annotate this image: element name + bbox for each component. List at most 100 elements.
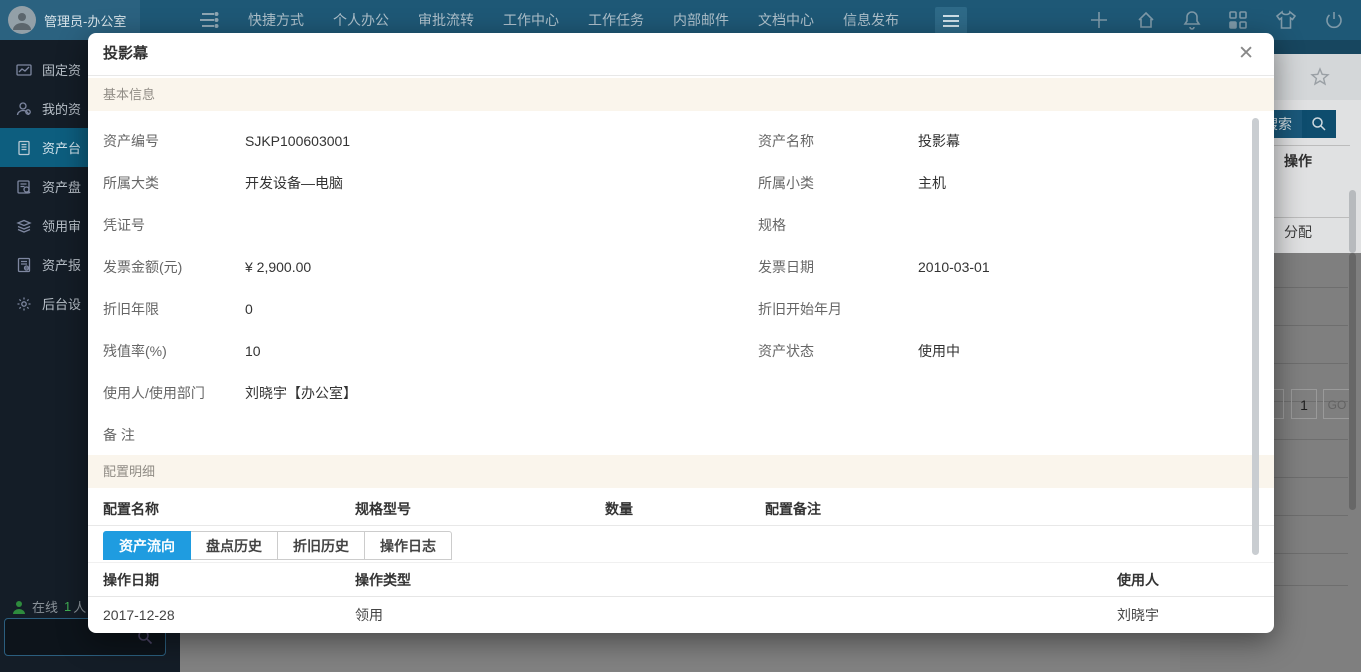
tab-inventory-history[interactable]: 盘点历史 <box>191 531 278 560</box>
column-header: 规格型号 <box>355 493 411 526</box>
cell-operation-type: 领用 <box>355 598 383 633</box>
field-value: 投影幕 <box>918 120 960 162</box>
field-value: 刘晓宇【办公室】 <box>245 372 357 414</box>
field-label: 备 注 <box>103 414 243 456</box>
layers-icon <box>16 218 32 234</box>
field-label: 凭证号 <box>103 204 243 246</box>
modal-scrollbar-thumb[interactable] <box>1252 118 1259 555</box>
section-config-detail: 配置明细 <box>88 455 1274 488</box>
bell-icon[interactable] <box>1183 10 1201 30</box>
field-label: 折旧年限 <box>103 288 243 330</box>
field-label: 资产状态 <box>758 330 916 372</box>
menu-list-icon[interactable] <box>196 10 220 35</box>
favorite-star-icon[interactable] <box>1310 67 1330 87</box>
user-icon <box>16 101 32 117</box>
detail-tabs: 资产流向 盘点历史 折旧历史 操作日志 <box>103 531 452 560</box>
field-label: 规格 <box>758 204 916 246</box>
avatar <box>8 6 36 34</box>
apps-grid-icon[interactable] <box>1228 10 1248 30</box>
column-header: 数量 <box>605 493 633 526</box>
menu-shortcuts[interactable]: 快捷方式 <box>248 10 304 30</box>
background-ops-column-header: 操作 <box>1284 145 1312 177</box>
config-table-header: 配置名称 规格型号 数量 配置备注 <box>88 493 1274 526</box>
sidebar-item-label: 我的资 <box>42 99 81 118</box>
tab-asset-flow[interactable]: 资产流向 <box>103 531 191 560</box>
field-row: 凭证号 规格 <box>88 204 1274 246</box>
current-user-label: 管理员-办公室 <box>44 11 126 30</box>
hamburger-icon <box>942 14 960 28</box>
tab-operation-log[interactable]: 操作日志 <box>365 531 452 560</box>
field-value: 10 <box>245 330 261 372</box>
column-header: 配置名称 <box>103 493 159 526</box>
field-label: 资产编号 <box>103 120 243 162</box>
field-label: 残值率(%) <box>103 330 243 372</box>
section-basic-info: 基本信息 <box>88 78 1274 111</box>
column-header: 操作类型 <box>355 563 411 598</box>
online-status: 在线 1 人 <box>12 597 86 616</box>
field-row: 资产编号 SJKP100603001 资产名称 投影幕 <box>88 120 1274 162</box>
background-scrollbar-thumb[interactable] <box>1349 253 1356 510</box>
asset-detail-modal: 投影幕 ✕ 基本信息 资产编号 SJKP100603001 资产名称 投影幕 所… <box>88 33 1274 633</box>
sidebar-item-label: 领用审 <box>42 216 81 235</box>
cell-user: 刘晓宇 <box>1117 598 1159 633</box>
sidebar-item-label: 固定资 <box>42 60 81 79</box>
menu-approval-flow[interactable]: 审批流转 <box>418 10 474 30</box>
menu-document-center[interactable]: 文档中心 <box>758 10 814 30</box>
field-label: 发票金额(元) <box>103 246 243 288</box>
table-row: 2017-12-28 领用 刘晓宇 <box>88 598 1274 633</box>
menu-info-publish[interactable]: 信息发布 <box>843 10 899 30</box>
field-value: 使用中 <box>918 330 960 372</box>
field-label: 资产名称 <box>758 120 916 162</box>
menu-personal-office[interactable]: 个人办公 <box>333 10 389 30</box>
field-value: ¥ 2,900.00 <box>245 246 311 288</box>
online-person-icon <box>12 600 26 614</box>
sidebar-item-label: 资产盘 <box>42 177 81 196</box>
field-row: 备 注 <box>88 414 1274 456</box>
doc-search-icon <box>16 179 32 195</box>
report-icon <box>16 257 32 273</box>
field-value: 0 <box>245 288 253 330</box>
field-row: 所属大类 开发设备—电脑 所属小类 主机 <box>88 162 1274 204</box>
tab-depreciation-history[interactable]: 折旧历史 <box>278 531 365 560</box>
power-icon[interactable] <box>1324 10 1344 30</box>
background-scrollbar-thumb[interactable] <box>1349 190 1356 253</box>
add-icon[interactable] <box>1089 10 1109 30</box>
modal-title: 投影幕 <box>103 33 148 75</box>
online-count: 1 <box>64 599 71 614</box>
menu-work-tasks[interactable]: 工作任务 <box>588 10 644 30</box>
field-label: 使用人/使用部门 <box>103 372 243 414</box>
field-label: 折旧开始年月 <box>758 288 916 330</box>
gear-icon <box>16 296 32 312</box>
online-label: 在线 <box>32 597 58 616</box>
menu-work-center[interactable]: 工作中心 <box>503 10 559 30</box>
flow-table-header: 操作日期 操作类型 使用人 <box>88 562 1274 597</box>
sidebar-item-label: 资产报 <box>42 255 81 274</box>
sidebar-item-label: 后台设 <box>42 294 81 313</box>
page-number-input[interactable]: 1 <box>1291 389 1317 419</box>
field-value: SJKP100603001 <box>245 120 350 162</box>
column-header: 使用人 <box>1117 563 1159 598</box>
field-row: 发票金额(元) ¥ 2,900.00 发票日期 2010-03-01 <box>88 246 1274 288</box>
close-icon[interactable]: ✕ <box>1238 43 1254 65</box>
pagination-go-button[interactable]: GO <box>1323 389 1351 419</box>
column-header: 配置备注 <box>765 493 821 526</box>
menu-internal-mail[interactable]: 内部邮件 <box>673 10 729 30</box>
sidebar-item-label: 资产台 <box>42 138 81 157</box>
field-value: 2010-03-01 <box>918 246 990 288</box>
more-menu-button[interactable] <box>935 7 967 34</box>
field-row: 残值率(%) 10 资产状态 使用中 <box>88 330 1274 372</box>
online-suffix: 人 <box>73 597 86 616</box>
field-label: 所属大类 <box>103 162 243 204</box>
background-assign-link[interactable]: 分配 <box>1284 214 1312 250</box>
ledger-icon <box>16 140 32 156</box>
field-value: 开发设备—电脑 <box>245 162 343 204</box>
theme-shirt-icon[interactable] <box>1275 10 1297 30</box>
field-label: 发票日期 <box>758 246 916 288</box>
modal-header-divider <box>88 75 1274 76</box>
column-header: 操作日期 <box>103 563 159 598</box>
home-icon[interactable] <box>1136 10 1156 30</box>
cell-operation-date: 2017-12-28 <box>103 598 175 633</box>
field-row: 使用人/使用部门 刘晓宇【办公室】 <box>88 372 1274 414</box>
search-magnifier-icon <box>1302 110 1336 138</box>
field-row: 折旧年限 0 折旧开始年月 <box>88 288 1274 330</box>
